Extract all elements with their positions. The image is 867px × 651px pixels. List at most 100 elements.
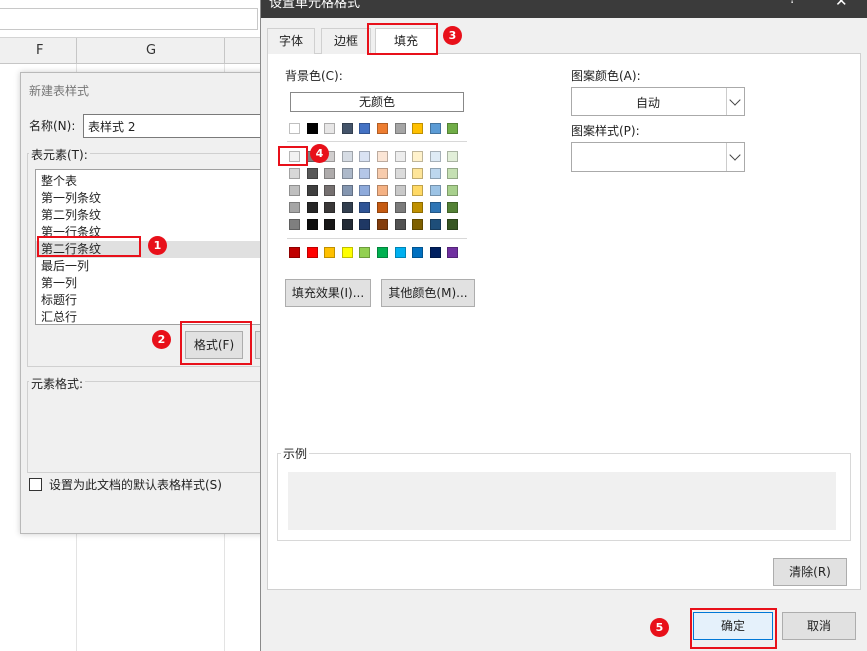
no-color-button[interactable]: 无颜色 [290, 92, 464, 112]
color-swatch[interactable] [306, 219, 318, 230]
list-item[interactable]: 第二列条纹 [36, 207, 287, 224]
color-swatch[interactable] [341, 123, 353, 134]
swatch-divider [287, 141, 467, 142]
color-swatch[interactable] [412, 219, 424, 230]
fill-effects-button[interactable]: 填充效果(I)... [285, 279, 371, 307]
color-swatch[interactable] [412, 202, 424, 213]
color-swatch[interactable] [394, 185, 406, 196]
color-swatch[interactable] [429, 202, 441, 213]
color-swatch[interactable] [377, 185, 388, 196]
pattern-style-dropdown[interactable] [571, 142, 745, 172]
color-swatch[interactable] [412, 168, 424, 179]
standard-color-swatch[interactable] [429, 247, 441, 258]
color-swatch[interactable] [324, 202, 336, 213]
standard-color-swatch[interactable] [394, 247, 406, 258]
color-swatch[interactable] [377, 123, 388, 134]
list-item[interactable]: 最后一列 [36, 258, 287, 275]
color-swatch[interactable] [412, 123, 424, 134]
cancel-button[interactable]: 取消 [782, 612, 856, 640]
annotation-highlight [37, 236, 141, 257]
tab-border[interactable]: 边框 [321, 28, 371, 54]
element-format-label: 元素格式: [29, 375, 86, 392]
chevron-down-icon [729, 93, 741, 106]
color-swatch[interactable] [429, 151, 441, 162]
color-swatch[interactable] [394, 123, 406, 134]
color-swatch[interactable] [289, 168, 300, 179]
color-swatch[interactable] [429, 185, 441, 196]
standard-color-swatch[interactable] [359, 247, 371, 258]
standard-color-swatch[interactable] [447, 247, 459, 258]
clear-button[interactable]: 清除(R) [773, 558, 847, 586]
formula-input[interactable] [0, 8, 258, 30]
style-name-input[interactable]: 表样式 2 [83, 114, 283, 138]
color-swatch[interactable] [377, 219, 388, 230]
color-swatch[interactable] [324, 219, 336, 230]
color-swatch[interactable] [289, 219, 300, 230]
color-swatch[interactable] [377, 202, 388, 213]
standard-color-swatch[interactable] [377, 247, 388, 258]
name-label: 名称(N): [29, 119, 76, 133]
color-swatch[interactable] [377, 168, 388, 179]
help-icon[interactable]: ? [789, 0, 796, 7]
color-swatch[interactable] [341, 168, 353, 179]
dropdown-button[interactable] [726, 88, 744, 115]
color-swatch[interactable] [324, 123, 336, 134]
standard-color-swatch[interactable] [324, 247, 336, 258]
color-swatch[interactable] [412, 151, 424, 162]
standard-color-swatch[interactable] [341, 247, 353, 258]
color-swatch[interactable] [447, 168, 459, 179]
color-swatch[interactable] [359, 168, 371, 179]
color-swatch[interactable] [306, 168, 318, 179]
color-swatch[interactable] [341, 219, 353, 230]
color-swatch[interactable] [359, 185, 371, 196]
color-swatch[interactable] [394, 151, 406, 162]
color-swatch[interactable] [447, 219, 459, 230]
color-swatch[interactable] [447, 202, 459, 213]
color-swatch[interactable] [341, 202, 353, 213]
list-item[interactable]: 第一列条纹 [36, 190, 287, 207]
pattern-color-dropdown[interactable]: 自动 [571, 87, 745, 116]
color-swatch[interactable] [289, 202, 300, 213]
color-swatch[interactable] [359, 151, 371, 162]
color-swatch[interactable] [324, 185, 336, 196]
color-swatch[interactable] [289, 185, 300, 196]
color-swatch[interactable] [447, 151, 459, 162]
default-style-checkbox[interactable] [29, 478, 42, 491]
color-swatch[interactable] [394, 219, 406, 230]
tab-font[interactable]: 字体 [267, 28, 315, 54]
color-swatch[interactable] [394, 202, 406, 213]
annotation-badge: 1 [148, 236, 167, 255]
dialog-titlebar: 设置单元格格式 ? ✕ [261, 0, 867, 18]
color-swatch[interactable] [377, 151, 388, 162]
color-swatch[interactable] [429, 168, 441, 179]
color-swatch[interactable] [359, 219, 371, 230]
standard-color-swatch[interactable] [289, 247, 300, 258]
color-swatch[interactable] [341, 151, 353, 162]
color-swatch[interactable] [429, 219, 441, 230]
more-colors-button[interactable]: 其他颜色(M)... [381, 279, 475, 307]
new-table-style-dialog: 新建表样式 名称(N): 表样式 2 表元素(T): 整个表 第一列条纹 第二列… [20, 72, 287, 534]
color-swatch[interactable] [412, 185, 424, 196]
color-swatch[interactable] [394, 168, 406, 179]
standard-color-swatch[interactable] [306, 247, 318, 258]
color-swatch[interactable] [447, 123, 459, 134]
color-swatch[interactable] [447, 185, 459, 196]
color-swatch[interactable] [306, 185, 318, 196]
dropdown-button[interactable] [726, 143, 744, 171]
standard-color-swatch[interactable] [412, 247, 424, 258]
color-swatch[interactable] [289, 123, 300, 134]
color-swatch[interactable] [429, 123, 441, 134]
color-swatch[interactable] [341, 185, 353, 196]
color-swatch[interactable] [306, 202, 318, 213]
color-swatch[interactable] [306, 123, 318, 134]
color-swatch[interactable] [359, 202, 371, 213]
column-header-g[interactable]: G [146, 43, 156, 58]
color-swatch[interactable] [359, 123, 371, 134]
swatch-divider [287, 238, 467, 239]
list-item[interactable]: 标题行 [36, 292, 287, 309]
close-icon[interactable]: ✕ [835, 0, 848, 10]
list-item[interactable]: 第一列 [36, 275, 287, 292]
list-item[interactable]: 整个表 [36, 173, 287, 190]
color-swatch[interactable] [324, 168, 336, 179]
column-header-f[interactable]: F [36, 43, 43, 58]
